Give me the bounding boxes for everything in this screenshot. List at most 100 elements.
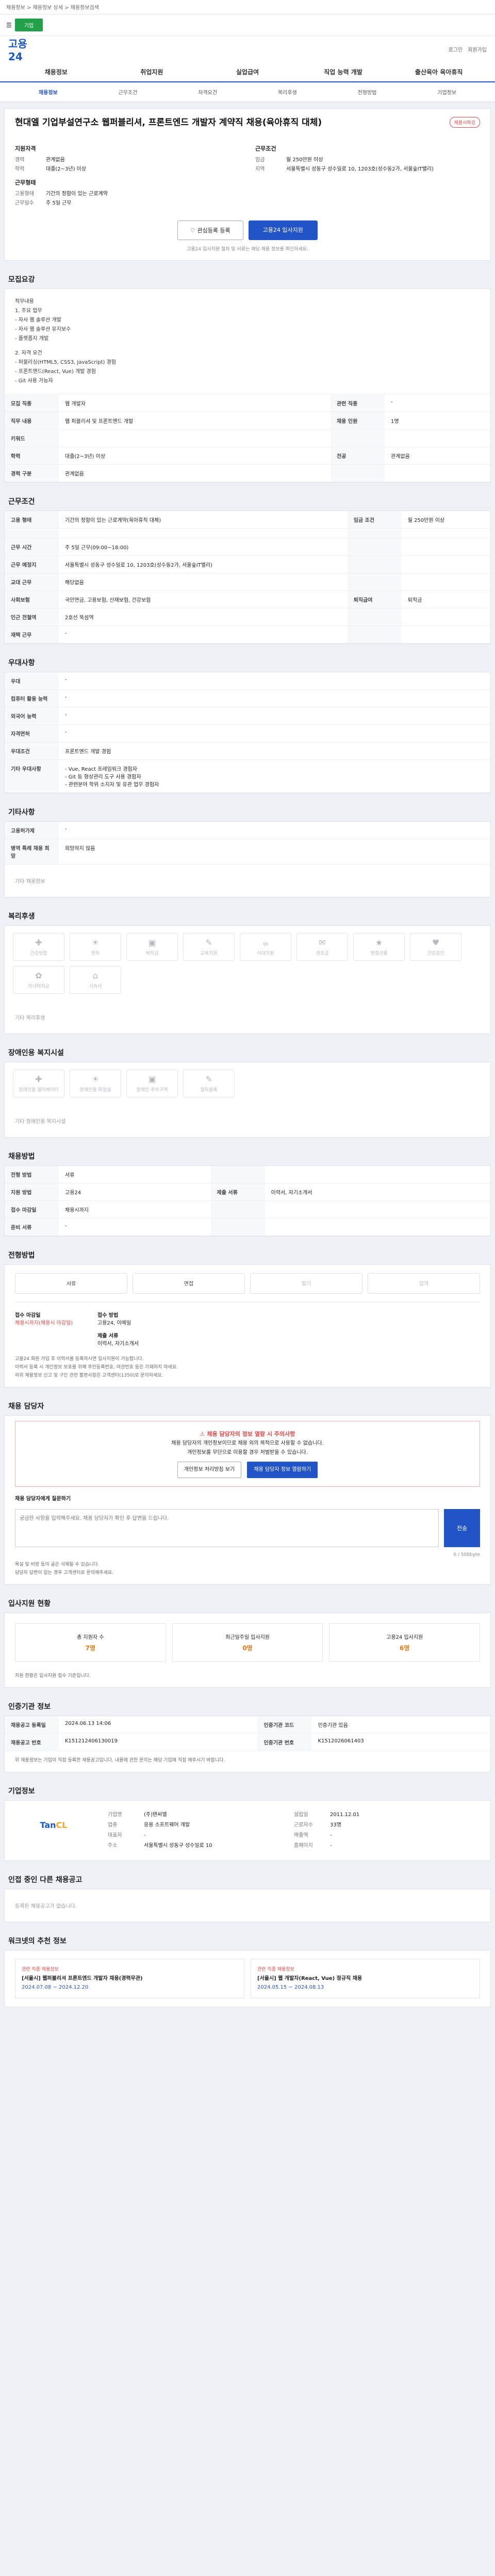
menu-icon[interactable]: ☰ [6,22,12,29]
corporate-badge[interactable]: 기업 [14,19,43,31]
table-row: 고용허가제 - [5,821,490,839]
table-row: 컴퓨터 활용 능력 - [5,689,490,707]
job-summary-card: 채용시마감 현대엘 기업부설연구소 웹퍼블리셔, 프론트엔드 개발자 계약직 채… [4,108,491,261]
cell-value [265,1165,490,1183]
cell-value: 2호선 뚝섬역 [59,608,348,626]
cell-key: 근무 시간 [5,538,59,556]
nav-item[interactable]: 직업 능력 개발 [295,67,391,76]
question-input[interactable] [15,1509,439,1547]
site-logo[interactable]: 고용24 [8,36,39,63]
login-link[interactable]: 로그인 [449,45,463,53]
row-value: 주 5일 근무 [46,200,72,206]
section-title: 인접 중인 다른 채용공고 [8,1875,82,1884]
nav-item[interactable]: 취업지원 [104,67,200,76]
cell-value: 희망하지 않음 [59,839,490,865]
recruit-description: 직무내용 1. 주요 업무 - 자사 웹 솔루션 개발 - 자사 웹 솔루션 유지보수… [5,289,490,395]
cell-value: - [59,724,490,742]
cell-key: 교대 근무 [5,573,59,591]
breadcrumb: 채용정보 > 채용정보 상세 > 채용정보검색 [6,5,99,11]
nav-item[interactable]: 출산육아 육아휴직 [391,67,487,76]
cell-value [401,538,490,556]
cell-key: 경력 구분 [5,464,59,482]
amenity-label: 퇴직금 [145,951,159,956]
card-date: 2024.05.15 ~ 2024.08.13 [257,1984,324,1990]
table-row: 준비 서류 - [5,1218,490,1236]
privacy-policy-button[interactable]: 개인정보 처리방침 보기 [177,1461,242,1478]
table-row: 병역 특례 채용 희망 희망하지 않음 [5,839,490,865]
tab-process[interactable]: 전형방법 [327,88,407,96]
recommend-card[interactable]: 관련 직종 채용정보 [서울시] 웹퍼블리셔 프론트엔드 개발자 채용(경력무관)… [15,1958,244,1998]
tab-welfare[interactable]: 복리후생 [248,88,327,96]
cell-key: 직무 내용 [5,412,59,430]
manager-box: ⚠ 채용 담당자의 정보 열람 시 주의사항 채용 담당자의 개인정보이므로 채… [4,1415,491,1585]
company-row: 주소 서울특별시 성동구 성수일로 10 홈페이지 - [108,1841,480,1851]
logo-part: CL [56,1820,68,1831]
alert-icon: ⚠ [200,1430,207,1437]
nav-item[interactable]: 실업급여 [200,67,295,76]
qual-box: 우대 - 컴퓨터 활용 능력 - 외국어 능력 - 자격면허 - 우대조건 프론트엔드 개발 경험… [4,671,491,793]
desc-line: - 플랫폼지 개발 [15,335,49,342]
company-key: 대표자 [108,1832,122,1838]
table-row: 재택 근무 - [5,625,490,643]
stat-value: 0명 [242,1644,253,1652]
amenity-item: ✿ 자녀학자금 [13,965,64,994]
warning-head: 채용 담당자의 정보 열람 시 주의사항 [207,1430,295,1437]
send-button[interactable]: 전송 [444,1509,480,1547]
cell-key: 채용공고 등록일 [5,1716,59,1734]
note-line: 허위 채용정보 신고 및 구인 관련 불편사항은 고객센터(1350)로 문의하… [15,1372,163,1378]
cell-key: 임금 조건 [347,511,402,529]
section-title: 기타사항 [8,808,35,817]
table-row [5,528,490,538]
view-manager-button[interactable]: 채용 담당자 정보 열람하기 [247,1461,318,1478]
row-key: 경력 [15,157,25,163]
amenity-item: ♥ 건강검진 [410,933,461,961]
cert-box: 채용공고 등록일 2024.06.13 14:06 인증기관 코드 인증기관 있음 채용… [4,1715,491,1772]
company-value: (주)탠씨엘 [144,1811,167,1818]
apply-button[interactable]: 고용24 입사지원 [248,220,318,240]
documents-value: 이력서, 자기소개서 [97,1341,139,1347]
cell-key: 전공 [330,447,385,465]
cell-key [347,528,402,538]
tab-recruit[interactable]: 채용정보 [8,88,88,96]
amenity-item: ✚ 장애인용 엘리베이터 [13,1069,64,1097]
recommend-card[interactable]: 관련 직종 채용정보 [서울시] 웹 개발자(React, Vue) 정규직 채용… [251,1958,480,1998]
desc-line: - 퍼블리싱(HTML5, CSS3, JavaScript) 경험 [15,359,117,365]
desc-line: 2. 자격 요건 [15,350,42,356]
cell-key [347,608,402,626]
amenity-icon: ✚ [35,1074,42,1084]
section-title: 기업정보 [8,1787,35,1795]
cell-key: 인근 전철역 [5,608,59,626]
company-value: 2011.12.01 [330,1811,360,1818]
amenity-label: 건강보험 [30,951,47,956]
signup-link[interactable]: 회원가입 [468,45,487,53]
similar-box: 등록된 채용공고가 없습니다. [4,1888,491,1922]
card-label: 관련 직종 채용정보 [22,1967,59,1972]
section-title: 채용방법 [8,1152,35,1161]
header-links: 로그인 회원가입 [449,45,487,53]
interest-button[interactable]: ♡ 관심등록 등록 [177,220,243,240]
amenity-item: ⌂ 기숙사 [70,965,121,994]
recommend-cards: 관련 직종 채용정보 [서울시] 웹퍼블리셔 프론트엔드 개발자 채용(경력무관)… [5,1951,490,2007]
company-key: 근로자수 [294,1822,313,1828]
interest-label: 관심등록 등록 [197,227,230,234]
nav-item[interactable]: 채용정보 [8,67,104,76]
desc-line: - 프론트엔드(React, Vue) 개발 경험 [15,368,96,375]
cell-key: 지원 방법 [5,1183,59,1201]
tab-work[interactable]: 근무조건 [88,88,168,96]
cell-key [347,625,402,643]
cell-key: 외국어 능력 [5,707,59,725]
cell-value: 1명 [384,412,490,430]
job-title: 현대엘 기업부설연구소 웹퍼블리셔, 프론트엔드 개발자 계약직 채용(육아휴직… [15,117,322,128]
stat-label: 총 지원자 수 [77,1634,104,1640]
tab-qual[interactable]: 자격요건 [168,88,248,96]
disabled-icons: ✚ 장애인용 엘리베이터 ☀ 장애인용 화장실 ▣ 장애인 주차구역 ✎ 점자블록 [5,1062,490,1105]
desc-line: - 자사 웹 솔루션 개발 [15,317,61,323]
row-value: 월 250만원 이상 [286,157,323,163]
company-value: - [330,1832,332,1838]
table-row: 인근 전철역 2호선 뚝섬역 [5,608,490,626]
cell-key [347,538,402,556]
stat-card: 최근일주일 입사지원 0명 [172,1623,323,1662]
cell-value: 퇴직금 [401,590,490,608]
table-row: 근무 예정지 서울특별시 성동구 성수일로 10, 1203호(성수동2가, 서울… [5,555,490,573]
tab-company[interactable]: 기업정보 [407,88,487,96]
